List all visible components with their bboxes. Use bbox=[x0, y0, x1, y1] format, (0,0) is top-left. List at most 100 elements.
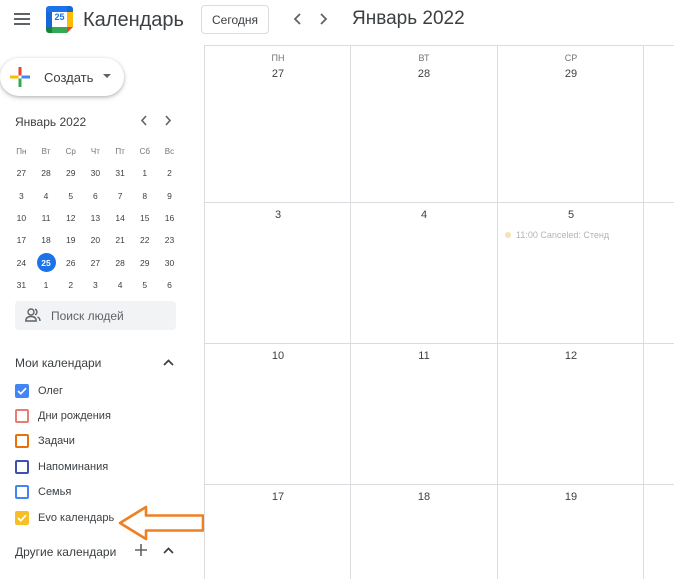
mini-day-today[interactable]: 25 bbox=[34, 251, 59, 273]
mini-weekday: Вс bbox=[164, 146, 175, 156]
hamburger-menu-icon[interactable] bbox=[14, 13, 30, 25]
calendar-name: Дни рождения bbox=[38, 410, 111, 422]
create-button[interactable]: Создать bbox=[0, 58, 124, 96]
mini-day[interactable]: 2 bbox=[58, 274, 83, 296]
mini-calendar-title: Январь 2022 bbox=[15, 115, 87, 129]
mini-day[interactable]: 5 bbox=[58, 185, 83, 207]
calendar-item[interactable]: Дни рождения bbox=[15, 407, 111, 425]
day-number[interactable]: 17 bbox=[205, 491, 351, 503]
checkbox-unchecked[interactable] bbox=[15, 460, 29, 474]
mini-calendar-grid: Пн Вт Ср Чт Пт Сб Вс 27 28 29 30 31 1 2 … bbox=[9, 140, 182, 296]
day-number[interactable]: 5 bbox=[498, 209, 644, 221]
mini-day[interactable]: 15 bbox=[132, 207, 157, 229]
mini-day[interactable]: 20 bbox=[83, 229, 108, 251]
mini-day[interactable]: 12 bbox=[58, 207, 83, 229]
grid-divider bbox=[204, 484, 674, 485]
mini-day[interactable]: 29 bbox=[132, 251, 157, 273]
mini-day[interactable]: 31 bbox=[108, 162, 133, 184]
mini-day[interactable]: 30 bbox=[83, 162, 108, 184]
mini-day[interactable]: 28 bbox=[108, 251, 133, 273]
create-label: Создать bbox=[44, 70, 94, 85]
mini-day[interactable]: 19 bbox=[58, 229, 83, 251]
checkbox-checked[interactable] bbox=[15, 384, 29, 398]
plus-icon bbox=[10, 67, 30, 87]
day-number[interactable]: 4 bbox=[351, 209, 497, 221]
mini-day[interactable]: 2 bbox=[157, 162, 182, 184]
calendar-item[interactable]: Олег bbox=[15, 382, 63, 400]
calendar-name: Олег bbox=[38, 385, 63, 397]
mini-day[interactable]: 4 bbox=[108, 274, 133, 296]
calendar-item[interactable]: Evo календарь bbox=[15, 509, 114, 527]
add-calendar-plus-icon[interactable] bbox=[134, 543, 148, 557]
mini-day[interactable]: 14 bbox=[108, 207, 133, 229]
mini-weekday: Сб bbox=[139, 146, 150, 156]
mini-day[interactable]: 18 bbox=[34, 229, 59, 251]
calendar-name: Задачи bbox=[38, 435, 75, 447]
mini-day[interactable]: 24 bbox=[9, 251, 34, 273]
other-calendars-title[interactable]: Другие календари bbox=[15, 545, 116, 559]
event-dot bbox=[505, 232, 511, 238]
day-number[interactable]: 28 bbox=[351, 68, 497, 80]
checkbox-unchecked[interactable] bbox=[15, 409, 29, 423]
day-number[interactable]: 29 bbox=[498, 68, 644, 80]
my-calendars-title[interactable]: Мои календари bbox=[15, 356, 101, 370]
day-number[interactable]: 11 bbox=[351, 350, 497, 362]
today-button[interactable]: Сегодня bbox=[201, 5, 269, 34]
mini-day[interactable]: 1 bbox=[34, 274, 59, 296]
mini-day[interactable]: 3 bbox=[83, 274, 108, 296]
mini-day[interactable]: 23 bbox=[157, 229, 182, 251]
mini-prev-icon[interactable] bbox=[137, 113, 151, 127]
mini-day[interactable]: 16 bbox=[157, 207, 182, 229]
chevron-up-icon[interactable] bbox=[161, 355, 175, 369]
day-number[interactable]: 12 bbox=[498, 350, 644, 362]
mini-day[interactable]: 31 bbox=[9, 274, 34, 296]
mini-next-icon[interactable] bbox=[161, 113, 175, 127]
people-icon bbox=[25, 308, 41, 322]
calendar-name: Напоминания bbox=[38, 461, 109, 473]
mini-day[interactable]: 22 bbox=[132, 229, 157, 251]
mini-day[interactable]: 4 bbox=[34, 185, 59, 207]
mini-day[interactable]: 30 bbox=[157, 251, 182, 273]
day-number[interactable]: 27 bbox=[205, 68, 351, 80]
checkbox-checked[interactable] bbox=[15, 511, 29, 525]
mini-day[interactable]: 8 bbox=[132, 185, 157, 207]
mini-day[interactable]: 1 bbox=[132, 162, 157, 184]
mini-day[interactable]: 13 bbox=[83, 207, 108, 229]
mini-weekday: Вт bbox=[41, 146, 51, 156]
mini-day[interactable]: 6 bbox=[157, 274, 182, 296]
mini-day[interactable]: 6 bbox=[83, 185, 108, 207]
people-search-input[interactable]: Поиск людей bbox=[15, 301, 176, 330]
mini-day[interactable]: 28 bbox=[34, 162, 59, 184]
event-chip[interactable]: 11:00 Canceled: Стенд bbox=[505, 230, 609, 240]
day-number[interactable]: 19 bbox=[498, 491, 644, 503]
mini-day[interactable]: 27 bbox=[9, 162, 34, 184]
calendar-item[interactable]: Напоминания bbox=[15, 458, 108, 476]
day-of-week-header: ПН bbox=[271, 53, 285, 63]
day-number[interactable]: 18 bbox=[351, 491, 497, 503]
mini-day[interactable]: 7 bbox=[108, 185, 133, 207]
checkbox-unchecked[interactable] bbox=[15, 434, 29, 448]
chevron-right-icon[interactable] bbox=[314, 10, 332, 28]
mini-day[interactable]: 5 bbox=[132, 274, 157, 296]
mini-day[interactable]: 26 bbox=[58, 251, 83, 273]
mini-weekday: Пт bbox=[115, 146, 125, 156]
mini-day[interactable]: 21 bbox=[108, 229, 133, 251]
mini-day[interactable]: 10 bbox=[9, 207, 34, 229]
day-number[interactable]: 10 bbox=[205, 350, 351, 362]
mini-weekday: Чт bbox=[90, 146, 100, 156]
chevron-up-icon[interactable] bbox=[161, 543, 175, 557]
mini-day[interactable]: 29 bbox=[58, 162, 83, 184]
mini-day[interactable]: 11 bbox=[34, 207, 59, 229]
mini-day[interactable]: 3 bbox=[9, 185, 34, 207]
mini-day[interactable]: 27 bbox=[83, 251, 108, 273]
mini-day[interactable]: 9 bbox=[157, 185, 182, 207]
day-number[interactable]: 3 bbox=[205, 209, 351, 221]
caret-down-icon bbox=[103, 74, 111, 78]
chevron-left-icon[interactable] bbox=[289, 10, 307, 28]
calendar-name: Семья bbox=[38, 486, 72, 498]
calendar-item[interactable]: Задачи bbox=[15, 432, 75, 450]
mini-weekday: Пн bbox=[16, 146, 27, 156]
calendar-item[interactable]: Семья bbox=[15, 483, 71, 501]
mini-day[interactable]: 17 bbox=[9, 229, 34, 251]
checkbox-unchecked[interactable] bbox=[15, 485, 29, 499]
